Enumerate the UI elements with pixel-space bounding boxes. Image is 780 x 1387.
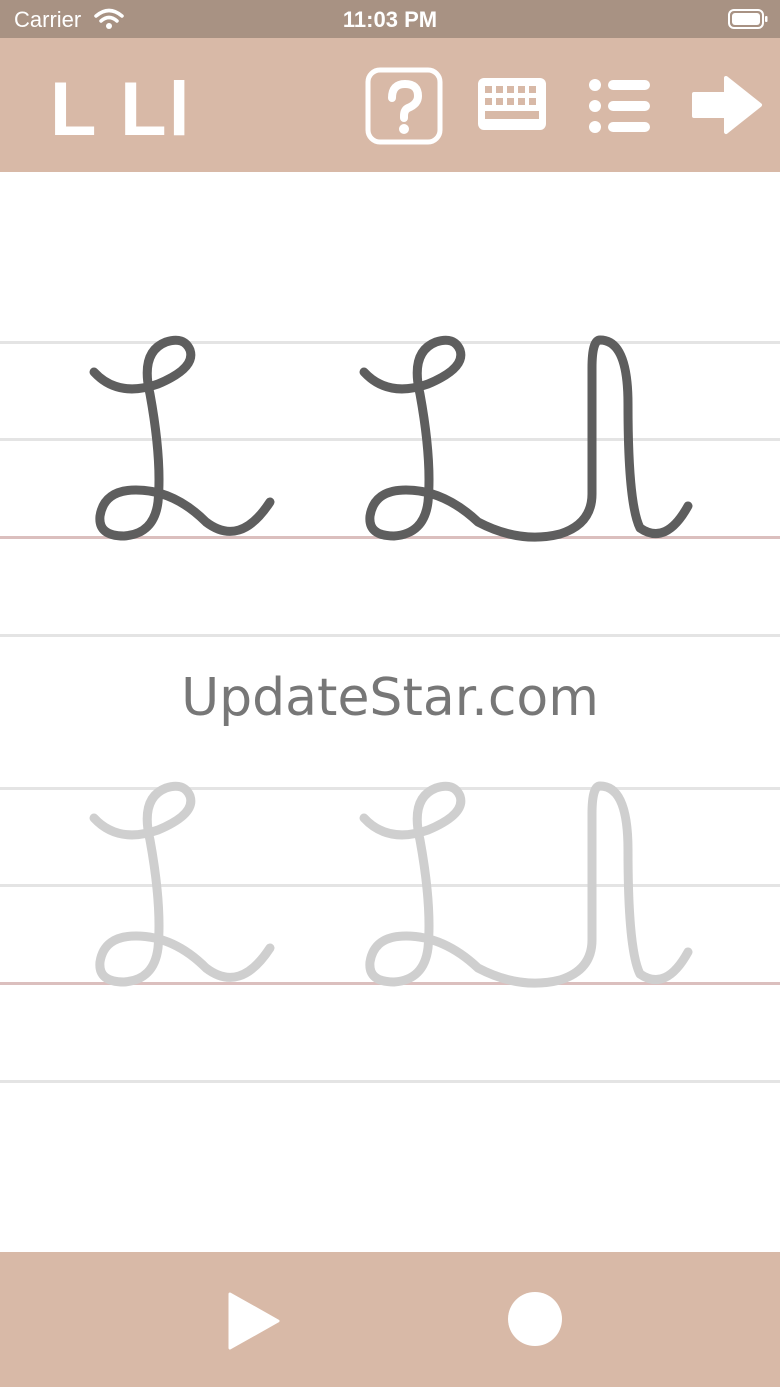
model-letters-trace — [89, 781, 693, 988]
list-icon[interactable] — [588, 78, 652, 134]
model-letters-dark — [89, 335, 693, 542]
bottom-bar — [0, 1252, 780, 1387]
help-icon[interactable] — [364, 66, 444, 146]
record-icon[interactable] — [508, 1292, 562, 1346]
battery-icon — [728, 9, 768, 29]
play-icon[interactable] — [226, 1290, 282, 1352]
arrow-right-icon[interactable] — [690, 74, 764, 136]
status-bar: Carrier 11:03 PM — [0, 0, 780, 38]
toolbar: L Ll — [0, 38, 780, 172]
clock: 11:03 PM — [342, 7, 438, 32]
page-title: L Ll — [50, 67, 192, 152]
keyboard-icon[interactable] — [476, 76, 548, 132]
watermark-text: UpdateStar.com — [181, 668, 599, 728]
